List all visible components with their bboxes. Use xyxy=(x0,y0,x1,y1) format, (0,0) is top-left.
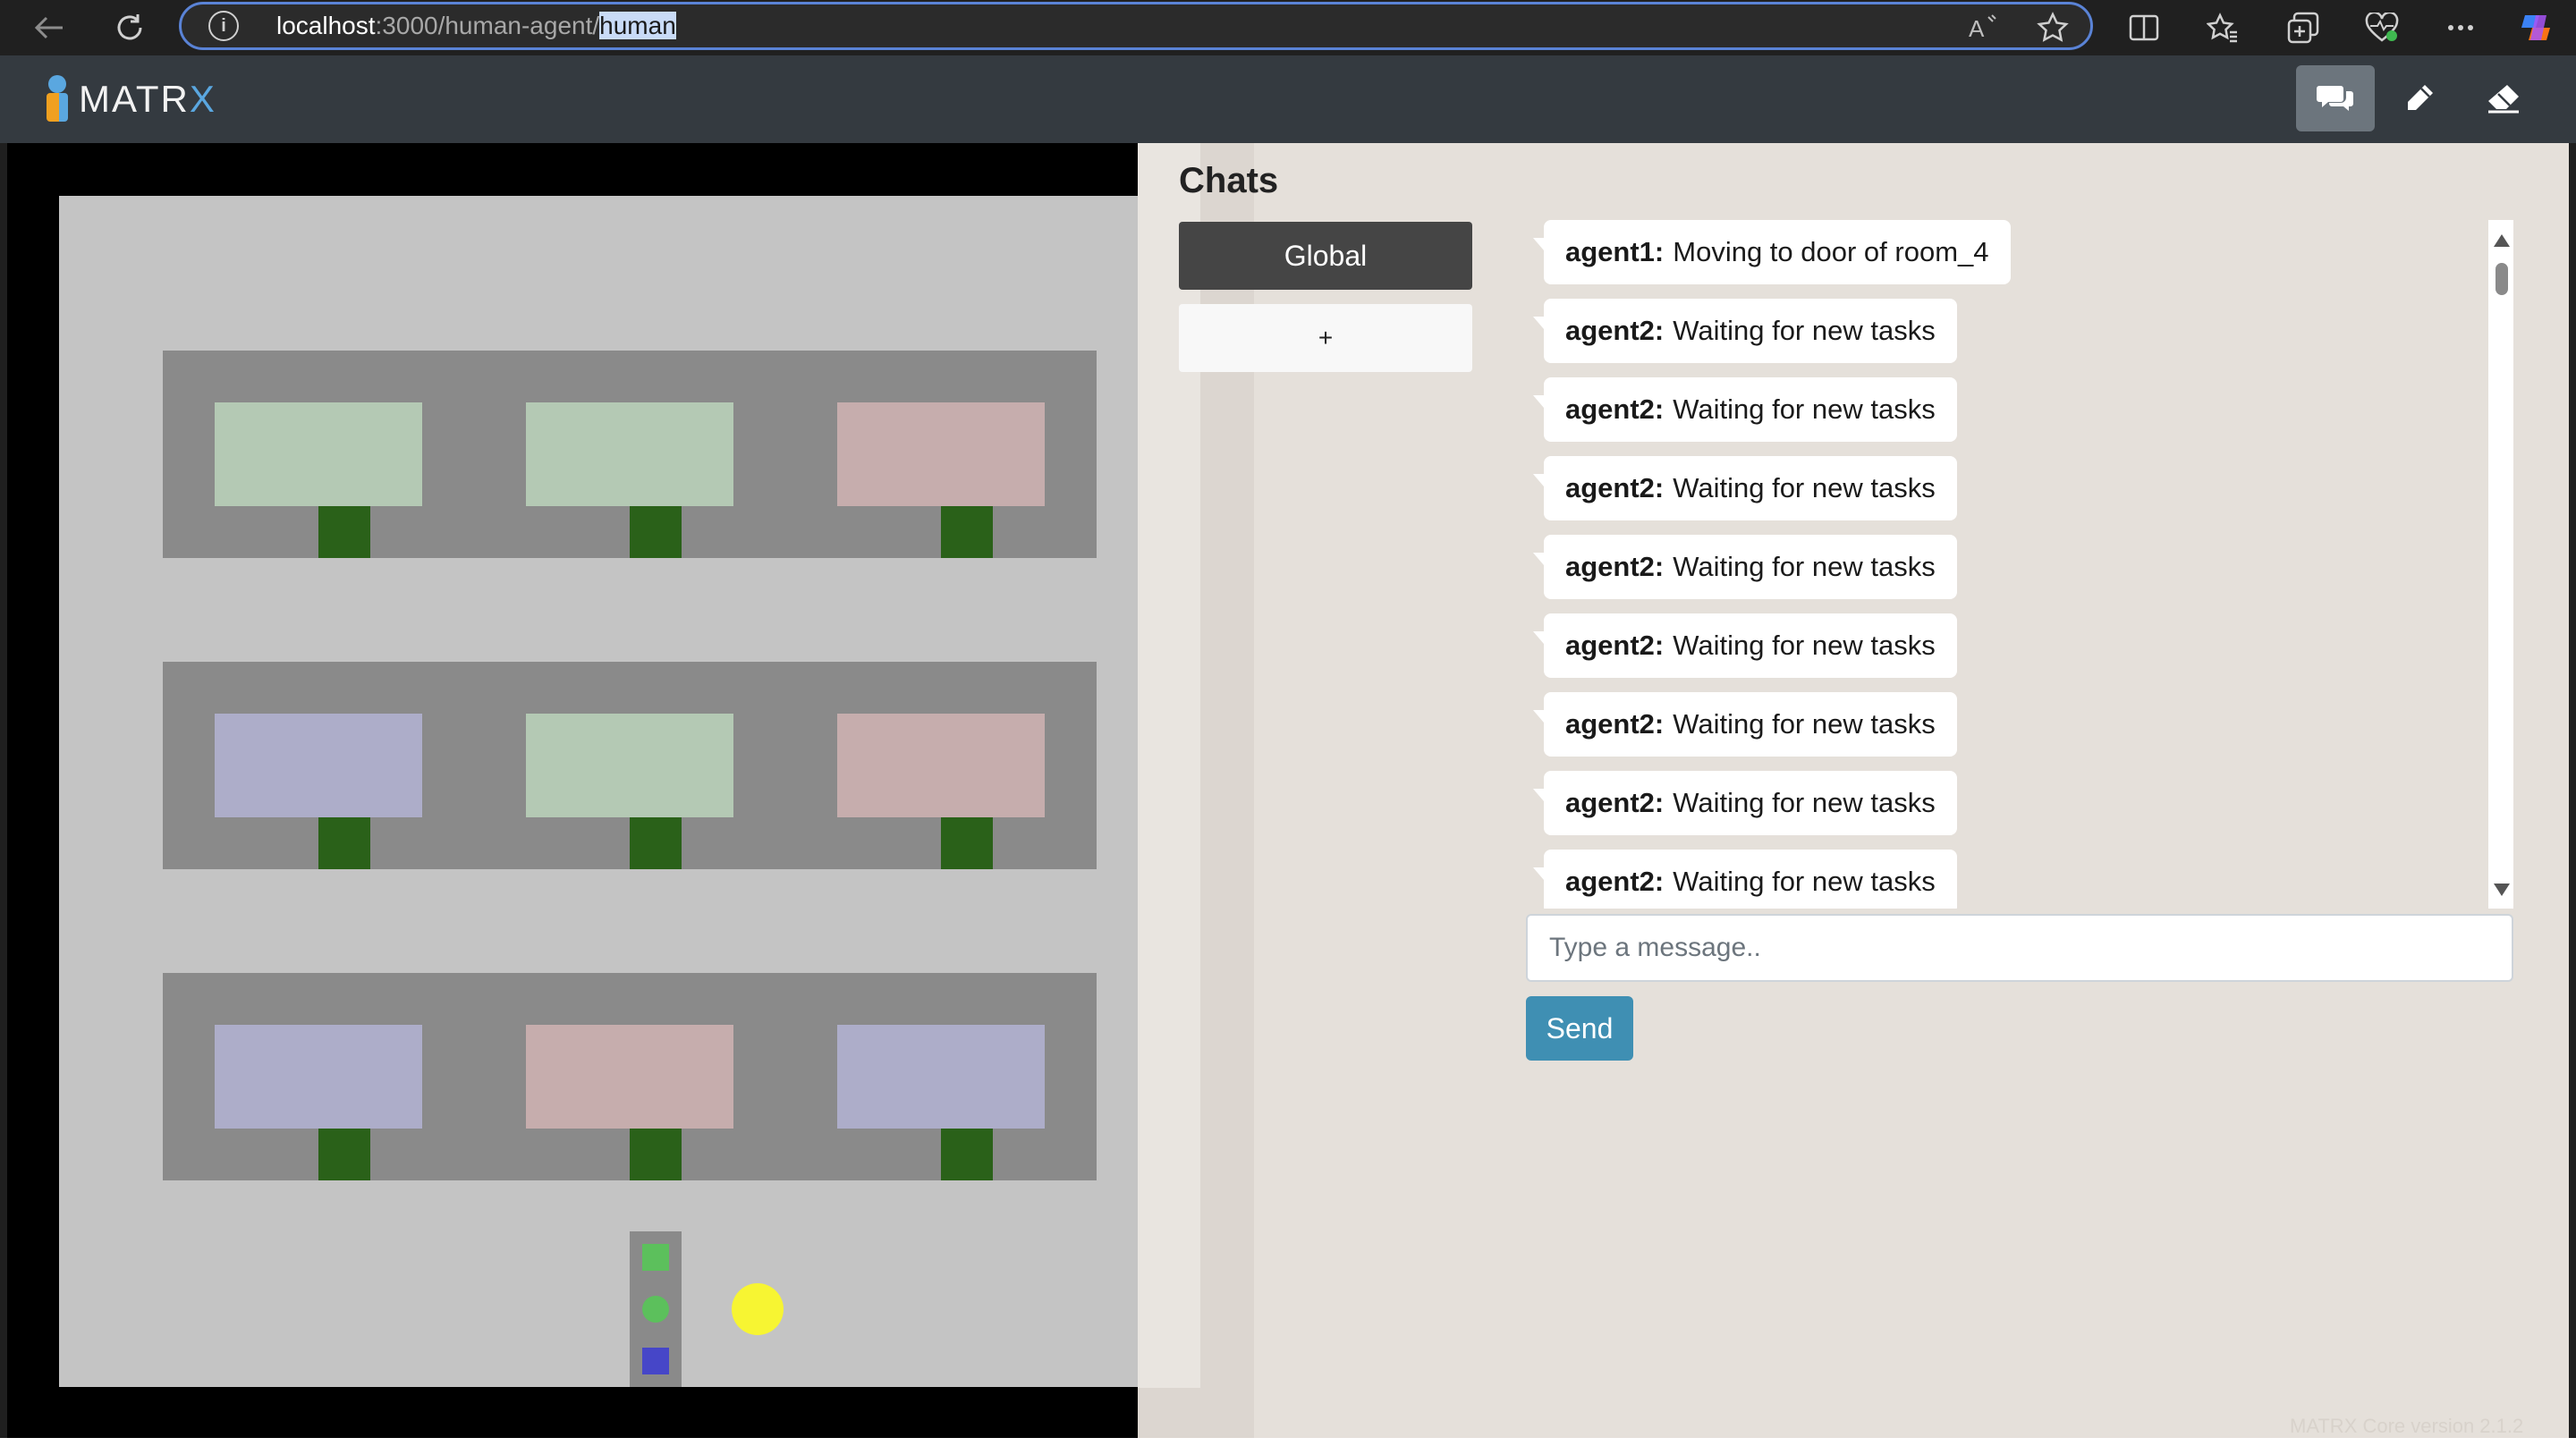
chat-message: agent2: Waiting for new tasks xyxy=(1533,456,1957,520)
draw-button[interactable] xyxy=(2380,65,2459,131)
message-text: Waiting for new tasks xyxy=(1673,787,1936,818)
favorite-star-icon[interactable] xyxy=(2037,12,2069,51)
read-aloud-icon[interactable]: A xyxy=(1967,12,1999,51)
address-bar[interactable]: i localhost:3000/human-agent/human A xyxy=(179,2,2093,50)
grid-world[interactable] xyxy=(59,196,1138,1387)
chat-message: agent2: Waiting for new tasks xyxy=(1533,692,1957,757)
room-door xyxy=(630,506,682,558)
chat-message: agent2: Waiting for new tasks xyxy=(1533,850,1957,909)
human-agent-icon[interactable] xyxy=(732,1283,784,1335)
message-text: Waiting for new tasks xyxy=(1673,472,1936,503)
room-door xyxy=(630,817,682,869)
browser-toolbar: i localhost:3000/human-agent/human A xyxy=(0,0,2576,55)
message-sender: agent2: xyxy=(1565,315,1665,346)
room-tile-blue xyxy=(837,1025,1045,1129)
message-scrollbar[interactable] xyxy=(2488,220,2513,909)
chat-message: agent1: Moving to door of room_4 xyxy=(1533,220,2011,284)
matrx-logo: MATRX xyxy=(43,75,216,123)
browser-essentials-icon[interactable] xyxy=(2361,7,2402,48)
logo-figure-icon xyxy=(43,75,73,123)
logo-text: MATRX xyxy=(79,78,216,120)
scroll-down-arrow-icon[interactable] xyxy=(2494,884,2510,896)
message-sender: agent2: xyxy=(1565,393,1665,425)
green-square-block-icon[interactable] xyxy=(642,1244,669,1271)
message-text: Waiting for new tasks xyxy=(1673,393,1936,425)
room-door xyxy=(318,1129,370,1180)
message-input[interactable] xyxy=(1526,914,2513,982)
room-tile-green xyxy=(526,402,733,506)
message-sender: agent2: xyxy=(1565,472,1665,503)
message-list[interactable]: agent1: Moving to door of room_4 agent2: Wa… xyxy=(1533,220,2499,909)
message-sender: agent2: xyxy=(1565,708,1665,740)
room-tile-green xyxy=(526,714,733,817)
channel-global-button[interactable]: Global xyxy=(1179,222,1472,290)
svg-text:A: A xyxy=(1969,15,1985,42)
add-channel-button[interactable]: + xyxy=(1179,304,1472,372)
eraser-icon xyxy=(2488,85,2519,114)
chat-icon xyxy=(2317,86,2353,111)
room-door xyxy=(318,817,370,869)
room-tile-blue xyxy=(215,1025,422,1129)
room-door xyxy=(941,1129,993,1180)
message-sender: agent2: xyxy=(1565,551,1665,582)
room-tile-red xyxy=(526,1025,733,1129)
room-tile-blue xyxy=(215,714,422,817)
message-sender: agent2: xyxy=(1565,866,1665,897)
app-header: MATRX xyxy=(0,55,2576,143)
message-sender: agent1: xyxy=(1565,236,1665,267)
copilot-icon[interactable] xyxy=(2515,7,2556,48)
favorites-icon[interactable] xyxy=(2202,7,2243,48)
room-door xyxy=(630,1129,682,1180)
message-sender: agent2: xyxy=(1565,630,1665,661)
chat-message: agent2: Waiting for new tasks xyxy=(1533,299,1957,363)
chat-message: agent2: Waiting for new tasks xyxy=(1533,535,1957,599)
room-tile-green xyxy=(215,402,422,506)
chat-toggle-button[interactable] xyxy=(2296,65,2375,131)
url-text[interactable]: localhost:3000/human-agent/human xyxy=(276,12,676,40)
bottom-strip xyxy=(0,1438,2576,1446)
back-arrow-icon[interactable] xyxy=(29,7,70,48)
version-text: MATRX Core version 2.1.2 xyxy=(2290,1415,2524,1437)
room-door xyxy=(941,817,993,869)
message-text: Waiting for new tasks xyxy=(1673,866,1936,897)
more-icon[interactable] xyxy=(2440,7,2481,48)
room-door xyxy=(318,506,370,558)
chats-title: Chats xyxy=(1179,161,1279,200)
erase-button[interactable] xyxy=(2464,65,2543,131)
room-door xyxy=(941,506,993,558)
blue-square-block-icon[interactable] xyxy=(642,1348,669,1374)
info-icon[interactable]: i xyxy=(208,11,239,41)
scroll-thumb[interactable] xyxy=(2496,263,2508,295)
collections-icon[interactable] xyxy=(2283,7,2324,48)
message-text: Waiting for new tasks xyxy=(1673,708,1936,740)
pencil-icon xyxy=(2408,85,2433,110)
chat-message: agent2: Waiting for new tasks xyxy=(1533,613,1957,678)
scroll-up-arrow-icon[interactable] xyxy=(2494,234,2510,247)
green-circle-block-icon[interactable] xyxy=(642,1296,669,1323)
message-text: Moving to door of room_4 xyxy=(1673,236,1989,267)
message-text: Waiting for new tasks xyxy=(1673,315,1936,346)
message-sender: agent2: xyxy=(1565,787,1665,818)
split-screen-icon[interactable] xyxy=(2123,7,2165,48)
chat-message: agent2: Waiting for new tasks xyxy=(1533,771,1957,835)
reload-icon[interactable] xyxy=(109,7,150,48)
room-tile-red xyxy=(837,402,1045,506)
message-text: Waiting for new tasks xyxy=(1673,551,1936,582)
message-text: Waiting for new tasks xyxy=(1673,630,1936,661)
send-button[interactable]: Send xyxy=(1526,996,1633,1061)
chat-message: agent2: Waiting for new tasks xyxy=(1533,377,1957,442)
room-tile-red xyxy=(837,714,1045,817)
